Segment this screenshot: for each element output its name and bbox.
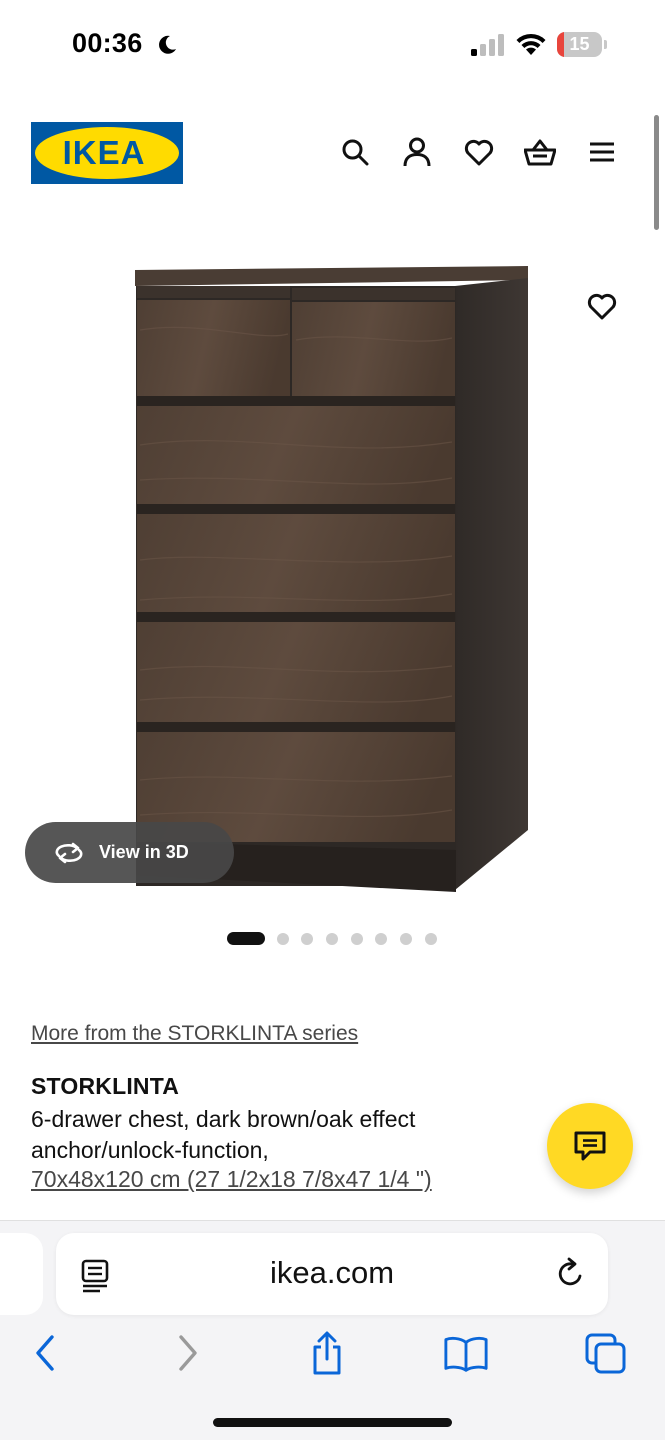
carousel-dot-active[interactable] bbox=[227, 932, 265, 945]
tabs-icon bbox=[585, 1333, 626, 1374]
carousel-dot[interactable] bbox=[375, 933, 387, 945]
carousel-dot[interactable] bbox=[400, 933, 412, 945]
product-image[interactable] bbox=[120, 250, 550, 900]
account-icon bbox=[403, 137, 431, 167]
carousel-dot[interactable] bbox=[326, 933, 338, 945]
reload-icon[interactable] bbox=[554, 1257, 588, 1291]
ikea-logo[interactable]: IKEA bbox=[31, 122, 183, 184]
forward-icon bbox=[179, 1335, 197, 1371]
carousel-dot[interactable] bbox=[277, 933, 289, 945]
share-button[interactable] bbox=[304, 1330, 350, 1376]
scroll-indicator[interactable] bbox=[654, 115, 659, 230]
battery-indicator: 15 bbox=[557, 32, 607, 57]
basket-button[interactable] bbox=[524, 136, 556, 168]
previous-tab-card[interactable] bbox=[0, 1233, 43, 1315]
search-button[interactable] bbox=[339, 136, 371, 168]
save-to-list-button[interactable] bbox=[584, 288, 620, 324]
forward-button[interactable] bbox=[165, 1330, 211, 1376]
url-text[interactable]: ikea.com bbox=[56, 1255, 608, 1291]
rotate-3d-icon bbox=[55, 842, 83, 863]
battery-level: 15 bbox=[569, 34, 590, 54]
moon-icon bbox=[159, 35, 176, 54]
address-bar[interactable]: ikea.com bbox=[56, 1233, 608, 1315]
heart-icon bbox=[464, 139, 494, 166]
cellular-signal-icon bbox=[471, 34, 504, 56]
tabs-button[interactable] bbox=[583, 1330, 629, 1376]
home-indicator[interactable] bbox=[213, 1418, 452, 1427]
product-page: 00:36 15 IKEA View in 3D More from the S… bbox=[0, 0, 665, 1440]
status-bar: 00:36 15 bbox=[0, 0, 665, 90]
chat-icon bbox=[574, 1131, 606, 1161]
back-icon bbox=[36, 1335, 54, 1371]
product-description-line: 6-drawer chest, dark brown/oak effect bbox=[31, 1106, 416, 1132]
view-in-3d-button[interactable]: View in 3D bbox=[25, 822, 234, 883]
carousel-dot[interactable] bbox=[351, 933, 363, 945]
back-button[interactable] bbox=[22, 1330, 68, 1376]
basket-icon bbox=[524, 139, 556, 166]
bookmarks-button[interactable] bbox=[443, 1330, 489, 1376]
carousel-dot[interactable] bbox=[301, 933, 313, 945]
product-name: STORKLINTA bbox=[31, 1073, 180, 1099]
account-button[interactable] bbox=[401, 136, 433, 168]
search-icon bbox=[342, 139, 369, 166]
heart-icon bbox=[587, 293, 617, 320]
menu-button[interactable] bbox=[586, 136, 618, 168]
product-dimensions-link[interactable]: 70x48x120 cm (27 1/2x18 7/8x47 1/4 ") bbox=[31, 1166, 432, 1193]
image-carousel-dots bbox=[0, 932, 665, 946]
menu-icon bbox=[590, 142, 614, 162]
bookmarks-icon bbox=[444, 1336, 488, 1372]
svg-text:IKEA: IKEA bbox=[63, 134, 146, 171]
product-description-line: anchor/unlock-function, bbox=[31, 1137, 269, 1163]
series-link[interactable]: More from the STORKLINTA series bbox=[31, 1022, 358, 1046]
status-time: 00:36 bbox=[72, 28, 143, 58]
carousel-dot[interactable] bbox=[425, 933, 437, 945]
share-icon bbox=[313, 1331, 341, 1375]
view-in-3d-label: View in 3D bbox=[99, 842, 189, 862]
product-description: 6-drawer chest, dark brown/oak effect an… bbox=[31, 1104, 415, 1166]
wishlist-button[interactable] bbox=[463, 136, 495, 168]
wifi-icon bbox=[516, 33, 546, 55]
site-header: IKEA bbox=[0, 110, 665, 200]
chat-button[interactable] bbox=[547, 1103, 633, 1189]
